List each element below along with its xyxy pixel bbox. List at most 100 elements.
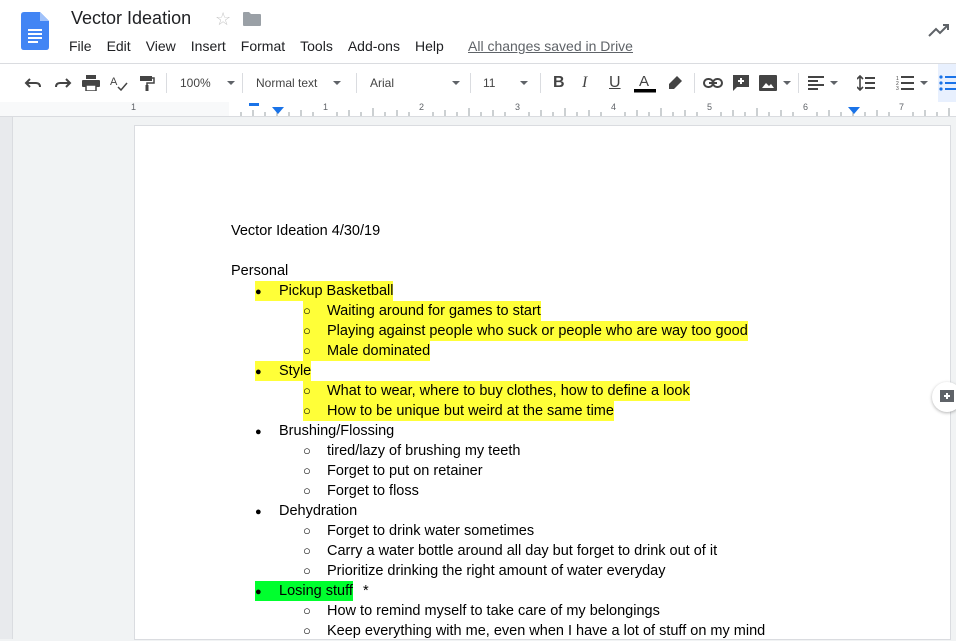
first-line-indent-marker[interactable] [249,103,259,106]
document-page[interactable]: Vector Ideation 4/30/19 Personal ● Pickup… [135,126,950,639]
chevron-down-icon [830,81,838,85]
list-item-text: Keep everything with me, even when I hav… [327,623,766,639]
list-item-line: ○ What to wear, where to buy clothes, how… [303,381,690,401]
underline-icon[interactable]: U [609,64,621,102]
toolbar-divider [470,73,471,93]
menu-help[interactable]: Help [415,38,444,54]
font-family-select[interactable]: Arial [370,64,461,102]
redo-icon[interactable] [54,64,72,102]
menu-insert[interactable]: Insert [191,38,226,54]
ruler-margin [0,102,229,116]
insert-image-icon[interactable] [759,64,791,102]
list-item-text: Pickup Basketball [279,283,394,299]
sub-bullet-icon: ○ [303,603,311,618]
sub-bullet-icon: ○ [303,443,311,458]
menu-format[interactable]: Format [241,38,285,54]
undo-icon[interactable] [24,64,42,102]
toolbar-divider [540,73,541,93]
numbered-list-icon[interactable]: 123 [896,64,928,102]
list-item-text: Forget to drink water sometimes [327,523,535,539]
plus-icon [940,390,954,402]
menu-edit[interactable]: Edit [107,38,131,54]
list-item-line: ● Pickup Basketball [255,281,394,301]
bold-icon[interactable]: B [553,64,565,102]
font-size-select[interactable]: 11 [483,64,529,102]
sub-bullet-icon: ○ [303,403,311,418]
list-item-line: ○ Playing against people who suck or peop… [303,321,748,341]
menu-addons[interactable]: Add-ons [348,38,400,54]
toolbar-divider [694,73,695,93]
text-color-icon[interactable]: A [634,64,656,102]
chevron-down-icon [452,81,461,85]
bulleted-list-icon[interactable] [938,64,956,102]
sub-bullet-icon: ○ [303,323,311,338]
zoom-value: 100% [180,76,211,90]
list-item-line: ○ Forget to floss [303,481,419,501]
menu-file[interactable]: File [69,38,92,54]
app-header: Vector Ideation ☆ File Edit View Insert … [0,0,956,63]
zoom-select[interactable]: 100% [180,64,235,102]
star-icon[interactable]: ☆ [215,9,231,30]
section-heading[interactable]: Personal [231,261,288,281]
list-item-line: ○ Prioritize drinking the right amount of… [303,561,666,581]
document-title[interactable]: Vector Ideation [71,8,191,29]
google-docs-logo-icon[interactable] [21,12,49,50]
sub-bullet-icon: ○ [303,343,311,358]
toolbar-divider [798,73,799,93]
toolbar-divider [242,73,243,93]
folder-icon[interactable] [243,12,261,26]
italic-icon[interactable]: I [582,64,587,102]
line-spacing-icon[interactable] [857,64,875,102]
ruler-number: 6 [803,102,809,112]
bullet-icon: ● [255,426,262,438]
highlight-color-icon[interactable] [667,64,683,102]
toolbar-divider [356,73,357,93]
ruler-number: 1 [131,102,137,112]
list-item-line: ○ tired/lazy of brushing my teeth [303,441,520,461]
ruler-number: 1 [323,102,329,112]
activity-trend-icon[interactable] [928,22,950,38]
menu-tools[interactable]: Tools [300,38,333,54]
font-size-value: 11 [483,76,496,90]
menu-view[interactable]: View [146,38,176,54]
bullet-icon: ● [255,506,262,518]
align-left-icon[interactable] [808,64,838,102]
list-item-line: ○ Male dominated [303,341,431,361]
svg-text:3: 3 [896,86,899,91]
toolbar: A 100% Normal text Arial 11 B I U A 1 2 … [0,63,956,103]
bullet-icon: ● [255,366,262,378]
list-item-text: Playing against people who suck or peopl… [327,323,748,339]
save-status-link[interactable]: All changes saved in Drive [468,38,633,54]
list-item-suffix: * [363,583,369,599]
chevron-down-icon [783,81,791,85]
list-item-text: What to wear, where to buy clothes, how … [327,383,690,399]
list-item-line: ○ Keep everything with me, even when I ha… [303,621,765,641]
sub-bullet-icon: ○ [303,383,311,398]
list-item-text: Prioritize drinking the right amount of … [327,563,666,579]
list-item-line: ● Losing stuff [255,581,353,601]
add-comment-button[interactable] [932,382,956,412]
list-item-line: ● Brushing/Flossing [255,421,394,441]
document-heading[interactable]: Vector Ideation 4/30/19 [231,221,380,241]
paragraph-style-value: Normal text [256,76,318,90]
sub-bullet-icon: ○ [303,303,311,318]
list-item-text: Male dominated [327,343,431,359]
svg-text:A: A [639,73,649,90]
ruler-number: 5 [707,102,713,112]
add-comment-icon[interactable] [732,64,750,102]
paragraph-style-select[interactable]: Normal text [256,64,342,102]
list-item-line: ○ Forget to put on retainer [303,461,483,481]
left-indent-marker[interactable] [272,107,284,115]
spellcheck-icon[interactable]: A [110,64,128,102]
toolbar-divider [166,73,167,93]
print-icon[interactable] [82,64,100,102]
list-item-text: Forget to floss [327,483,419,499]
menu-bar: File Edit View Insert Format Tools Add-o… [69,38,459,54]
sub-bullet-icon: ○ [303,563,311,578]
list-item-text: Carry a water bottle around all day but … [327,543,718,559]
paint-format-icon[interactable] [139,64,155,102]
ruler-number: 2 [419,102,425,112]
insert-link-icon[interactable] [703,64,723,102]
right-indent-marker[interactable] [848,107,860,115]
ruler[interactable]: 1 1 2 3 4 5 6 7 [0,102,956,117]
